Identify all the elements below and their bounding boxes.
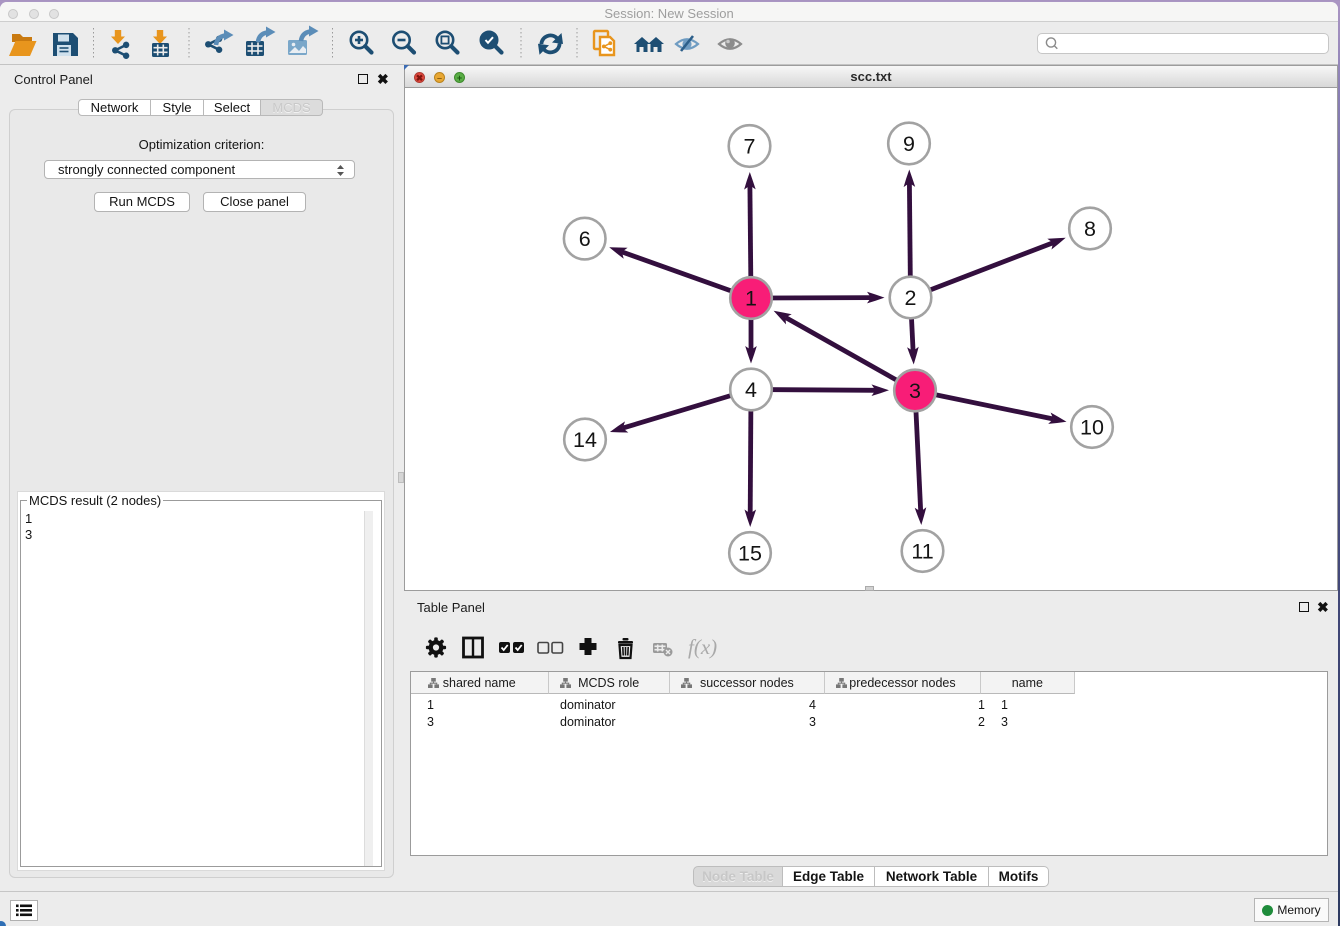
svg-text:11: 11 <box>911 540 933 564</box>
svg-text:7: 7 <box>744 135 756 159</box>
svg-text:2: 2 <box>905 286 917 310</box>
svg-text:4: 4 <box>745 378 757 402</box>
svg-text:f(x): f(x) <box>688 635 717 659</box>
svg-text:10: 10 <box>1080 416 1104 440</box>
svg-text:1: 1 <box>745 287 757 311</box>
svg-text:15: 15 <box>738 542 762 566</box>
svg-text:9: 9 <box>903 132 915 156</box>
svg-text:14: 14 <box>573 428 597 452</box>
svg-text:3: 3 <box>909 379 921 403</box>
svg-text:6: 6 <box>579 227 591 251</box>
svg-text:8: 8 <box>1084 217 1096 241</box>
